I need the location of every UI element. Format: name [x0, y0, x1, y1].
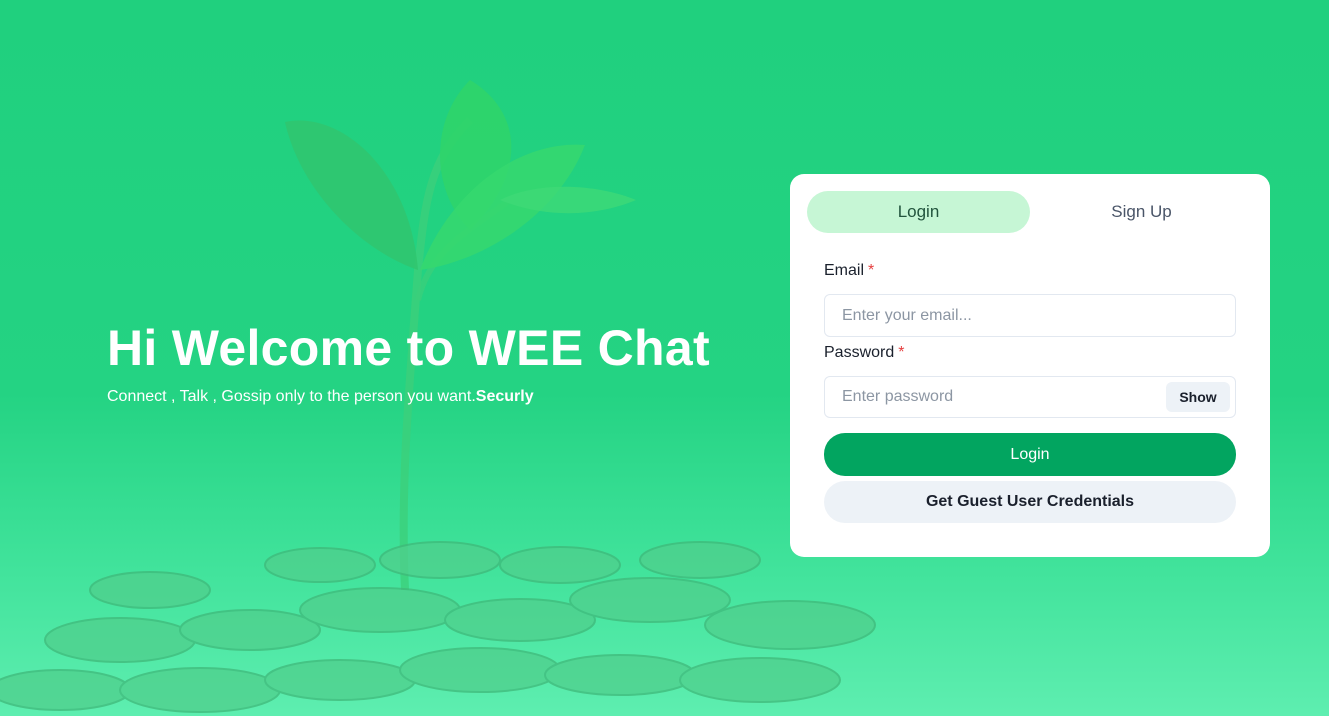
- login-button[interactable]: Login: [824, 433, 1236, 476]
- tab-login[interactable]: Login: [807, 191, 1030, 233]
- password-label: Password *: [824, 344, 904, 362]
- hero-section: Hi Welcome to WEE Chat Connect , Talk , …: [107, 318, 710, 408]
- show-password-button[interactable]: Show: [1166, 382, 1230, 412]
- hero-subtitle-emphasis: Securly: [475, 388, 534, 405]
- tab-sign-up[interactable]: Sign Up: [1030, 191, 1253, 233]
- page-title: Hi Welcome to WEE Chat: [107, 320, 710, 376]
- hero-subtitle: Connect , Talk , Gossip only to the pers…: [107, 386, 710, 408]
- password-required-mark: *: [898, 344, 905, 361]
- password-label-text: Password: [824, 344, 895, 361]
- auth-card: Login Sign Up Email* Password* Show Logi…: [790, 174, 1270, 557]
- email-field[interactable]: [824, 294, 1236, 337]
- guest-credentials-button[interactable]: Get Guest User Credentials: [824, 481, 1236, 523]
- login-page: Hi Welcome to WEE Chat Connect , Talk , …: [0, 0, 1329, 716]
- email-required-mark: *: [868, 262, 875, 279]
- auth-tabs: Login Sign Up: [807, 191, 1253, 233]
- hero-subtitle-text: Connect , Talk , Gossip only to the pers…: [107, 388, 476, 405]
- email-label: Email *: [824, 262, 874, 280]
- email-label-text: Email: [824, 262, 865, 279]
